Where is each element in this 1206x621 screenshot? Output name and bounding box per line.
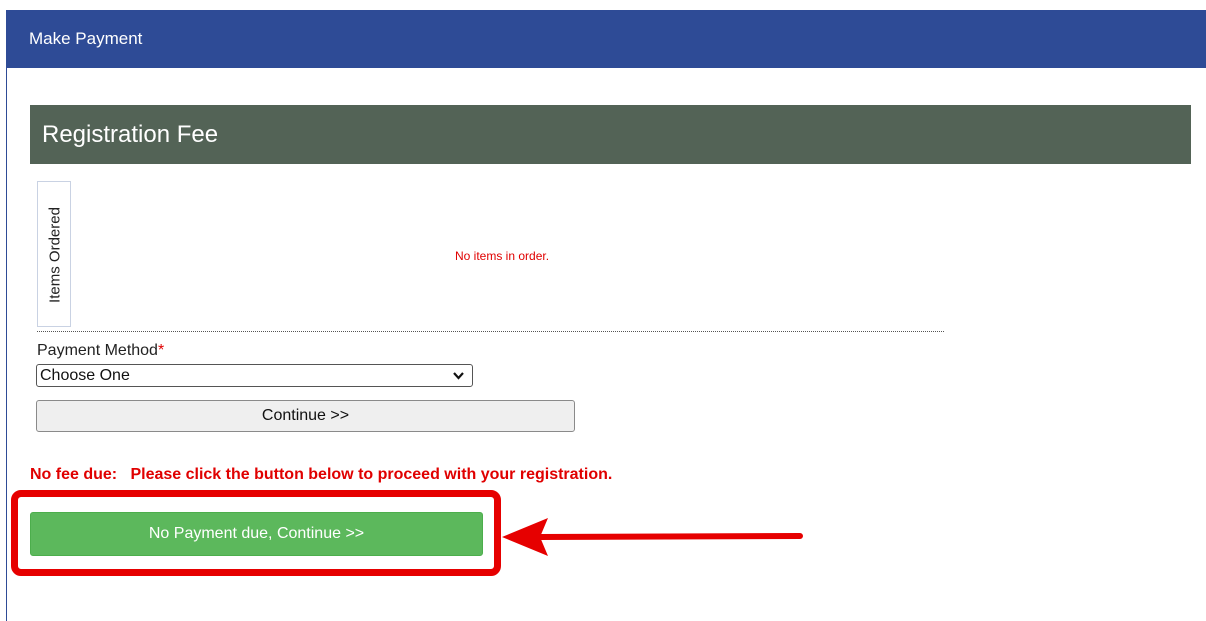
payment-method-selected-value: Choose One <box>40 367 130 384</box>
no-payment-continue-button[interactable]: No Payment due, Continue >> <box>30 512 483 556</box>
page-title: Make Payment <box>29 29 143 48</box>
annotation-arrow-icon <box>502 518 803 556</box>
continue-button[interactable]: Continue >> <box>36 400 575 432</box>
page-header: Make Payment <box>7 10 1206 68</box>
empty-order-message: No items in order. <box>455 249 550 263</box>
no-fee-notice: No fee due: Please click the button belo… <box>30 466 613 483</box>
section-title: Registration Fee <box>42 121 219 148</box>
section-header: Registration Fee <box>30 105 1191 164</box>
payment-method-label-text: Payment Method <box>37 342 158 359</box>
required-marker: * <box>157 342 165 359</box>
payment-method-select[interactable]: Choose One <box>36 364 473 387</box>
items-ordered-panel: Items Ordered No items in order. <box>37 181 944 332</box>
payment-method-label: Payment Method* <box>37 342 164 360</box>
chevron-down-icon <box>452 365 465 392</box>
items-ordered-legend: Items Ordered <box>37 181 71 327</box>
items-ordered-label: Items Ordered <box>46 207 64 303</box>
